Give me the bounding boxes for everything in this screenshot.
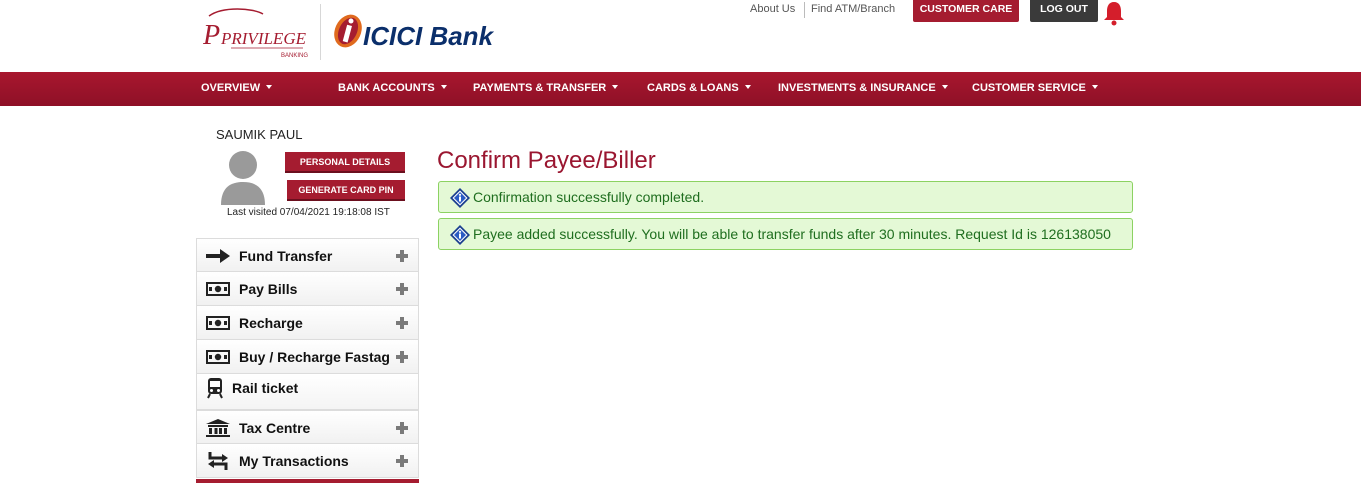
svg-text:P: P: [203, 20, 220, 51]
personal-details-button[interactable]: PERSONAL DETAILS: [285, 152, 405, 173]
sidebar-item-tax-centre[interactable]: Tax Centre: [196, 410, 419, 444]
arrow-right-icon: [206, 249, 230, 263]
info-diamond-icon: [450, 225, 470, 245]
expand-plus-icon[interactable]: [396, 422, 408, 434]
banknote-icon: [206, 316, 230, 330]
sidebar-item-my-transactions[interactable]: My Transactions: [196, 444, 419, 478]
nav-cards-loans-label: CARDS & LOANS: [647, 82, 739, 94]
avatar-icon: [221, 151, 265, 205]
nav-customer-service[interactable]: CUSTOMER SERVICE: [972, 72, 1098, 106]
caret-down-icon: [941, 85, 948, 90]
nav-overview-label: OVERVIEW: [201, 82, 261, 94]
success-message: Confirmation successfully completed.: [438, 181, 1133, 213]
swap-arrows-icon: [208, 452, 228, 470]
page: P PRIVILEGE BANKING ICICI Bank About Us …: [0, 0, 1361, 483]
sidebar-item-recharge[interactable]: Recharge: [196, 306, 419, 340]
nav-customer-service-label: CUSTOMER SERVICE: [972, 82, 1086, 94]
caret-down-icon: [744, 85, 751, 90]
caret-down-icon: [440, 85, 447, 90]
sidebar-item-label: Pay Bills: [239, 281, 298, 297]
sidebar-item-fund-transfer[interactable]: Fund Transfer: [196, 238, 419, 272]
info-diamond-icon: [450, 188, 470, 208]
caret-down-icon: [612, 85, 619, 90]
user-name: SAUMIK PAUL: [216, 127, 303, 142]
svg-text:ICICI Bank: ICICI Bank: [363, 21, 495, 50]
banknote-icon: [206, 350, 230, 364]
sidebar-item-label: My Transactions: [239, 453, 349, 469]
train-icon: [207, 378, 223, 399]
about-us-link[interactable]: About Us: [750, 3, 795, 16]
svg-text:PRIVILEGE: PRIVILEGE: [220, 29, 307, 48]
success-message-text: Confirmation successfully completed.: [473, 189, 705, 205]
expand-plus-icon[interactable]: [396, 317, 408, 329]
nav-investments-insurance[interactable]: INVESTMENTS & INSURANCE: [778, 72, 948, 106]
customer-care-button[interactable]: CUSTOMER CARE: [913, 0, 1019, 22]
sidebar-item-label: Rail ticket: [232, 380, 299, 396]
caret-down-icon: [1091, 85, 1098, 90]
sidebar-bottom-bar: [196, 479, 419, 483]
sidebar-item-label: Fund Transfer: [239, 248, 333, 264]
nav-overview[interactable]: OVERVIEW: [201, 72, 273, 106]
expand-plus-icon[interactable]: [396, 250, 408, 262]
svg-text:BANKING: BANKING: [281, 53, 308, 59]
sidebar-item-label: Recharge: [239, 315, 303, 331]
logo-divider: [320, 4, 321, 60]
nav-payments-transfer-label: PAYMENTS & TRANSFER: [473, 82, 607, 94]
nav-bank-accounts-label: BANK ACCOUNTS: [338, 82, 435, 94]
caret-down-icon: [266, 85, 273, 90]
page-title: Confirm Payee/Biller: [437, 147, 656, 174]
bank-building-icon: [206, 419, 230, 437]
nav-payments-transfer[interactable]: PAYMENTS & TRANSFER: [473, 72, 619, 106]
sidebar-item-label: Tax Centre: [239, 420, 311, 436]
main-nav: OVERVIEW BANK ACCOUNTS PAYMENTS & TRANSF…: [0, 72, 1361, 106]
sidebar-item-pay-bills[interactable]: Pay Bills: [196, 272, 419, 306]
icici-bank-logo[interactable]: ICICI Bank: [333, 12, 513, 50]
generate-card-pin-button[interactable]: GENERATE CARD PIN: [287, 180, 405, 201]
header: P PRIVILEGE BANKING ICICI Bank About Us …: [0, 0, 1361, 72]
expand-plus-icon[interactable]: [396, 455, 408, 467]
last-visited-text: Last visited 07/04/2021 19:18:08 IST: [227, 207, 390, 218]
success-message: Payee added successfully. You will be ab…: [438, 218, 1133, 250]
expand-plus-icon[interactable]: [396, 351, 408, 363]
find-atm-branch-link[interactable]: Find ATM/Branch: [811, 3, 895, 16]
nav-cards-loans[interactable]: CARDS & LOANS: [647, 72, 751, 106]
toplink-divider: [804, 2, 805, 18]
sidebar-menu: Fund Transfer Pay Bills Recharge Buy / R…: [196, 238, 419, 478]
banknote-icon: [206, 282, 230, 296]
sidebar-item-fastag[interactable]: Buy / Recharge Fastag: [196, 340, 419, 374]
sidebar-item-rail-ticket[interactable]: Rail ticket: [196, 374, 419, 410]
nav-bank-accounts[interactable]: BANK ACCOUNTS: [338, 72, 447, 106]
expand-plus-icon[interactable]: [396, 283, 408, 295]
success-message-text: Payee added successfully. You will be ab…: [473, 226, 1111, 242]
nav-investments-insurance-label: INVESTMENTS & INSURANCE: [778, 82, 936, 94]
notification-bell-icon[interactable]: [1102, 0, 1126, 26]
logout-button[interactable]: LOG OUT: [1030, 0, 1098, 22]
privilege-banking-logo[interactable]: P PRIVILEGE BANKING: [203, 6, 311, 60]
sidebar-item-label: Buy / Recharge Fastag: [239, 349, 390, 365]
